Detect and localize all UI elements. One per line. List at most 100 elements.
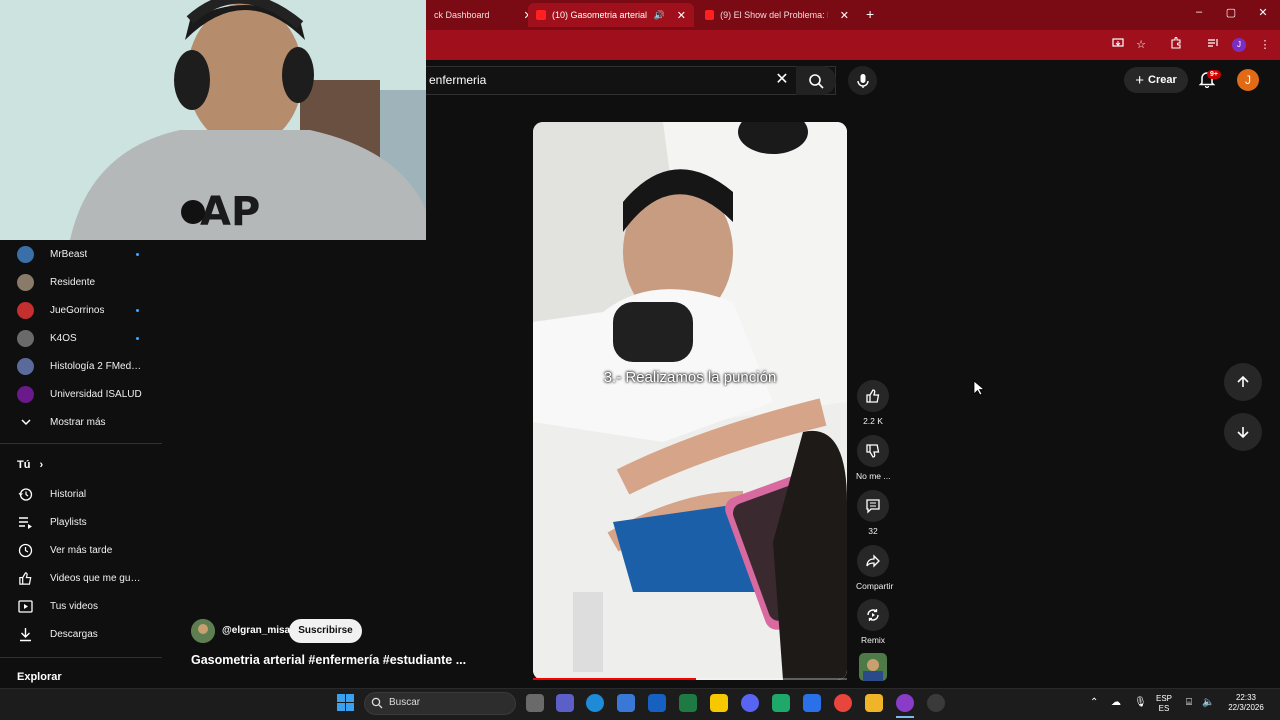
show-more-label: Mostrar más <box>50 416 106 428</box>
thumbs-up-icon <box>17 570 34 587</box>
video-frame <box>533 122 847 680</box>
tab-el-show[interactable]: (9) El Show del Problema: Prog ✕ <box>697 3 857 27</box>
window-close-button[interactable]: ✕ <box>1248 6 1278 19</box>
install-app-icon[interactable] <box>1110 37 1126 53</box>
taskbar-search-input[interactable] <box>364 692 516 715</box>
explore-section-heading: Explorar <box>17 671 62 683</box>
volume-icon[interactable]: 🔈 <box>1202 698 1214 708</box>
app-icon[interactable] <box>772 694 790 712</box>
tab-gasometria[interactable]: (10) Gasometria arterial #e 🔊 ✕ <box>528 3 694 27</box>
comments-button[interactable]: 32 <box>856 490 890 536</box>
taskbar-search-placeholder: Buscar <box>389 697 421 708</box>
network-icon[interactable]: ⌸ <box>1186 698 1192 708</box>
sidebar-item-thumbs-up[interactable]: Videos que me gus... <box>0 564 162 592</box>
sidebar-subscription-item[interactable]: K4OS <box>0 324 162 352</box>
chrome-icon[interactable] <box>834 694 852 712</box>
clock[interactable]: 22:33 22/3/2026 <box>1222 693 1270 713</box>
like-count: 2.2 K <box>863 416 883 426</box>
channel-avatar <box>17 385 34 403</box>
tray-overflow-icon[interactable]: ⌃ <box>1090 698 1098 708</box>
sidebar-item-label: Playlists <box>50 516 87 528</box>
clear-search-icon[interactable]: ✕ <box>772 70 792 90</box>
previous-short-button[interactable] <box>1224 363 1262 401</box>
like-button[interactable]: 2.2 K <box>856 380 890 426</box>
video-progress-fill <box>533 678 697 680</box>
teams-icon[interactable] <box>556 694 574 712</box>
you-heading-label: Tú <box>17 459 31 471</box>
media-controls-icon[interactable] <box>1205 37 1221 53</box>
sound-thumbnail[interactable] <box>859 653 887 681</box>
windows-start-icon[interactable] <box>337 694 354 716</box>
sidebar-subscription-item[interactable]: Histología 2 FMed ... <box>0 352 162 380</box>
you-section-heading[interactable]: Tú › <box>17 459 43 471</box>
task-view-icon[interactable] <box>526 694 544 712</box>
channel-name[interactable]: @elgran_misa <box>222 625 290 636</box>
sidebar-item-playlists[interactable]: Playlists <box>0 508 162 536</box>
new-content-dot <box>136 308 139 312</box>
sidebar-item-history[interactable]: Historial <box>0 480 162 508</box>
show-more-button[interactable]: Mostrar más <box>0 408 162 436</box>
tab-close-icon[interactable]: ✕ <box>677 9 686 22</box>
tab-dashboard[interactable]: ck Dashboard ✕ <box>426 3 541 27</box>
excel-icon[interactable] <box>679 694 697 712</box>
channel-avatar <box>17 245 34 263</box>
remix-button[interactable]: Remix <box>856 599 890 645</box>
language-indicator[interactable]: ESP ES <box>1156 694 1172 714</box>
sidebar-subscription-item[interactable]: JueGorrinos <box>0 296 162 324</box>
account-avatar[interactable]: J <box>1237 69 1259 91</box>
sidebar-item-play-square[interactable]: Tus videos <box>0 592 162 620</box>
plus-icon: + <box>1135 71 1144 89</box>
subscribe-button[interactable]: Suscribirse <box>289 619 362 643</box>
onedrive-icon[interactable]: ☁ <box>1111 698 1121 708</box>
chevron-down-icon <box>17 414 34 431</box>
dislike-button[interactable]: No me ... <box>856 435 890 481</box>
copilot-icon[interactable] <box>803 694 821 712</box>
active-app-indicator <box>896 716 914 718</box>
speaker-icon[interactable]: 🔊 <box>654 10 665 21</box>
discord-icon[interactable] <box>741 694 759 712</box>
minimize-button[interactable]: – <box>1184 6 1214 18</box>
channel-avatar-icon <box>17 245 34 263</box>
maximize-button[interactable]: ▢ <box>1216 6 1246 19</box>
download-icon <box>17 626 34 643</box>
sidebar-item-download[interactable]: Descargas <box>0 620 162 648</box>
store-icon[interactable] <box>617 694 635 712</box>
history-icon <box>17 486 34 503</box>
video-title[interactable]: Gasometria arterial #enfermería #estudia… <box>191 653 466 667</box>
voice-search-button[interactable] <box>848 66 877 95</box>
share-label: Compartir <box>856 581 894 591</box>
search-button[interactable] <box>796 66 836 95</box>
sidebar-item-label: Ver más tarde <box>50 544 113 556</box>
tab-close-icon[interactable]: ✕ <box>840 9 849 22</box>
bookmark-star-icon[interactable]: ☆ <box>1133 37 1149 53</box>
channel-avatar <box>17 357 34 375</box>
sidebar-item-label: MrBeast <box>50 248 88 260</box>
next-short-button[interactable] <box>1224 413 1262 451</box>
sticky-notes-icon[interactable] <box>710 694 728 712</box>
thumbs-down-icon <box>866 444 880 458</box>
webcam-overlay: AP <box>0 0 426 240</box>
remix-label: Remix <box>860 635 886 645</box>
profile-button[interactable]: J <box>1232 38 1246 52</box>
profile-avatar: J <box>1232 38 1246 52</box>
new-tab-button[interactable]: + <box>866 6 874 22</box>
sidebar-subscription-item[interactable]: MrBeast <box>0 240 162 268</box>
channel-avatar-icon <box>17 385 34 403</box>
obs-icon[interactable] <box>927 694 945 712</box>
edge-icon[interactable] <box>586 694 604 712</box>
microphone-tray-icon[interactable]: 🎙 <box>1134 698 1147 708</box>
channel-avatar[interactable] <box>191 619 215 643</box>
sidebar-subscription-item[interactable]: Residente <box>0 268 162 296</box>
chrome-profile-icon[interactable] <box>896 694 914 712</box>
shorts-video-player[interactable] <box>533 122 847 680</box>
create-button[interactable]: + Crear <box>1124 67 1188 93</box>
share-button[interactable]: Compartir <box>856 545 894 591</box>
sidebar-subscription-item[interactable]: Universidad ISALUD <box>0 380 162 408</box>
file-explorer-icon[interactable] <box>865 694 883 712</box>
browser-menu-icon[interactable]: ⋮ <box>1257 37 1273 53</box>
sidebar-item-label: Videos que me gus... <box>50 572 142 584</box>
youtube-favicon-icon <box>705 10 715 20</box>
extensions-icon[interactable] <box>1168 36 1184 53</box>
outlook-icon[interactable] <box>648 694 666 712</box>
sidebar-item-clock[interactable]: Ver más tarde <box>0 536 162 564</box>
